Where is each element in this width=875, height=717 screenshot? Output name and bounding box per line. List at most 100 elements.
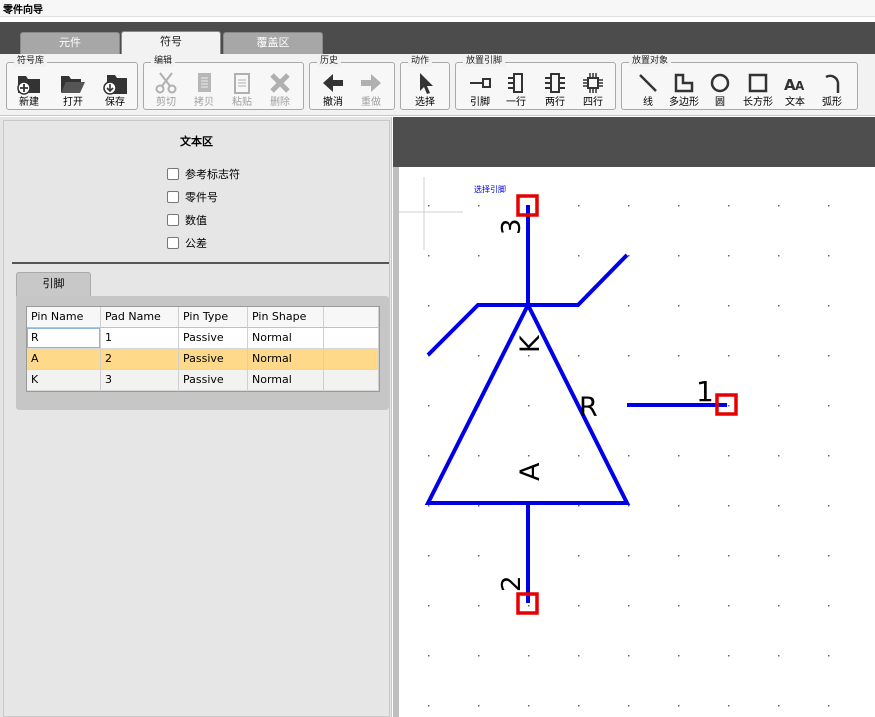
one-row-button[interactable]: 一行 <box>498 71 534 109</box>
checkbox-tolerance[interactable]: 公差 <box>167 235 207 251</box>
group-label: 动作 <box>408 56 433 67</box>
open-folder-icon <box>61 76 85 93</box>
copy-button[interactable]: 拷贝 <box>186 71 222 109</box>
grid-dot <box>828 405 830 407</box>
grid-dot <box>778 705 780 707</box>
grid-dot <box>678 455 680 457</box>
pointer-arrow-icon <box>420 73 433 94</box>
grid-dot <box>778 605 780 607</box>
grid-dot <box>778 405 780 407</box>
paste-button[interactable]: 粘贴 <box>224 71 260 109</box>
tab-pins[interactable]: 引脚 <box>16 272 91 296</box>
grid-dot <box>528 455 530 457</box>
column-header <box>324 307 379 328</box>
checkbox-part-number[interactable]: 零件号 <box>167 189 218 205</box>
delete-button[interactable]: 删除 <box>262 71 298 109</box>
grid-dot <box>628 505 630 507</box>
scissors-icon <box>155 72 177 94</box>
properties-panel-inner: 文本区 参考标志符 零件号 数值 公差 引脚 Pin Name Pad Name… <box>3 120 390 717</box>
checkbox[interactable] <box>167 214 179 226</box>
pin-type-cell[interactable]: Passive <box>179 349 248 370</box>
pin-shape-cell[interactable]: Normal <box>248 349 324 370</box>
four-row-button[interactable]: 四行 <box>575 71 611 109</box>
window-title: 零件向导 <box>3 5 43 16</box>
grid-dot <box>428 205 430 207</box>
grid-dot <box>628 355 630 357</box>
circle-button[interactable]: 圆 <box>702 71 738 109</box>
cut-button[interactable]: 剪切 <box>148 71 184 109</box>
grid-dot <box>478 555 480 557</box>
polygon-icon <box>674 73 694 93</box>
one-row-pins-icon <box>508 73 523 93</box>
pin-type-cell[interactable]: Passive <box>179 370 248 391</box>
pad-name-cell[interactable]: 1 <box>101 328 179 349</box>
pad-name-cell[interactable]: 3 <box>101 370 179 391</box>
pad-name-cell[interactable]: 2 <box>101 349 179 370</box>
grid-dot <box>428 605 430 607</box>
pin-name-cell[interactable]: K <box>27 370 101 391</box>
table-row-selected[interactable]: A 2 Passive Normal <box>27 349 379 370</box>
tab-footprint[interactable]: 覆盖区 <box>223 32 323 54</box>
pins-table: Pin Name Pad Name Pin Type Pin Shape R 1… <box>26 306 380 392</box>
reference-label: R <box>579 392 598 423</box>
symbol-canvas-area[interactable]: 选择引脚 3 2 1 K R A <box>393 117 875 717</box>
grid-dot <box>828 555 830 557</box>
pin-name-cell[interactable]: R <box>27 328 101 349</box>
checkbox[interactable] <box>167 168 179 180</box>
line-button[interactable]: 线 <box>630 71 666 109</box>
undo-button[interactable]: 撤消 <box>315 71 351 109</box>
table-header: Pin Name Pad Name Pin Type Pin Shape <box>27 307 379 328</box>
pin-type-cell[interactable]: Passive <box>179 328 248 349</box>
new-button[interactable]: 新建 <box>11 71 47 109</box>
grid-dot <box>778 455 780 457</box>
pin-button[interactable]: 引脚 <box>462 71 498 109</box>
symbol-body[interactable] <box>424 205 727 603</box>
text-area-title: 文本区 <box>180 135 213 148</box>
checkbox-value[interactable]: 数值 <box>167 212 207 228</box>
select-button[interactable]: 选择 <box>407 71 443 109</box>
table-row[interactable]: R 1 Passive Normal <box>27 328 379 349</box>
polygon-button[interactable]: 多边形 <box>666 71 702 109</box>
pin-shape-cell[interactable]: Normal <box>248 328 324 349</box>
grid-dot <box>428 405 430 407</box>
table-row[interactable]: K 3 Passive Normal <box>27 370 379 391</box>
rectangle-icon <box>748 73 768 93</box>
redo-button[interactable]: 重做 <box>353 71 389 109</box>
properties-panel: 文本区 参考标志符 零件号 数值 公差 引脚 Pin Name Pad Name… <box>0 117 392 717</box>
grid-dot <box>628 555 630 557</box>
grid-dot <box>628 655 630 657</box>
tab-component[interactable]: 元件 <box>20 32 120 54</box>
group-history: 历史 撤消 重做 <box>309 56 395 110</box>
column-header[interactable]: Pin Name <box>27 307 101 328</box>
grid-dot <box>778 355 780 357</box>
grid-dot <box>428 255 430 257</box>
checkbox[interactable] <box>167 191 179 203</box>
column-header[interactable]: Pin Shape <box>248 307 324 328</box>
grid-dot <box>678 705 680 707</box>
text-button[interactable]: A A 文本 <box>777 71 813 109</box>
pin-3-number: 3 <box>497 218 527 235</box>
save-button[interactable]: 保存 <box>97 71 133 109</box>
symbol-canvas[interactable]: 选择引脚 3 2 1 K R A <box>393 117 875 717</box>
grid-dot <box>728 205 730 207</box>
arc-button[interactable]: 弧形 <box>814 71 850 109</box>
column-header[interactable]: Pin Type <box>179 307 248 328</box>
pin-2-number: 2 <box>497 575 527 592</box>
checkbox-ref-designator[interactable]: 参考标志符 <box>167 166 240 182</box>
two-row-button[interactable]: 两行 <box>537 71 573 109</box>
tab-symbol[interactable]: 符号 <box>121 31 221 55</box>
grid-dot <box>428 505 430 507</box>
grid-dot <box>678 655 680 657</box>
grid-dot <box>778 255 780 257</box>
pin-shape-cell[interactable]: Normal <box>248 370 324 391</box>
copy-icon <box>198 73 211 92</box>
empty-cell <box>324 328 379 349</box>
rectangle-button[interactable]: 长方形 <box>740 71 776 109</box>
pin-name-cell[interactable]: A <box>27 349 101 370</box>
grid-dot <box>478 455 480 457</box>
open-button[interactable]: 打开 <box>55 71 91 109</box>
grid-dot <box>728 305 730 307</box>
grid-dot <box>428 705 430 707</box>
column-header[interactable]: Pad Name <box>101 307 179 328</box>
checkbox[interactable] <box>167 237 179 249</box>
